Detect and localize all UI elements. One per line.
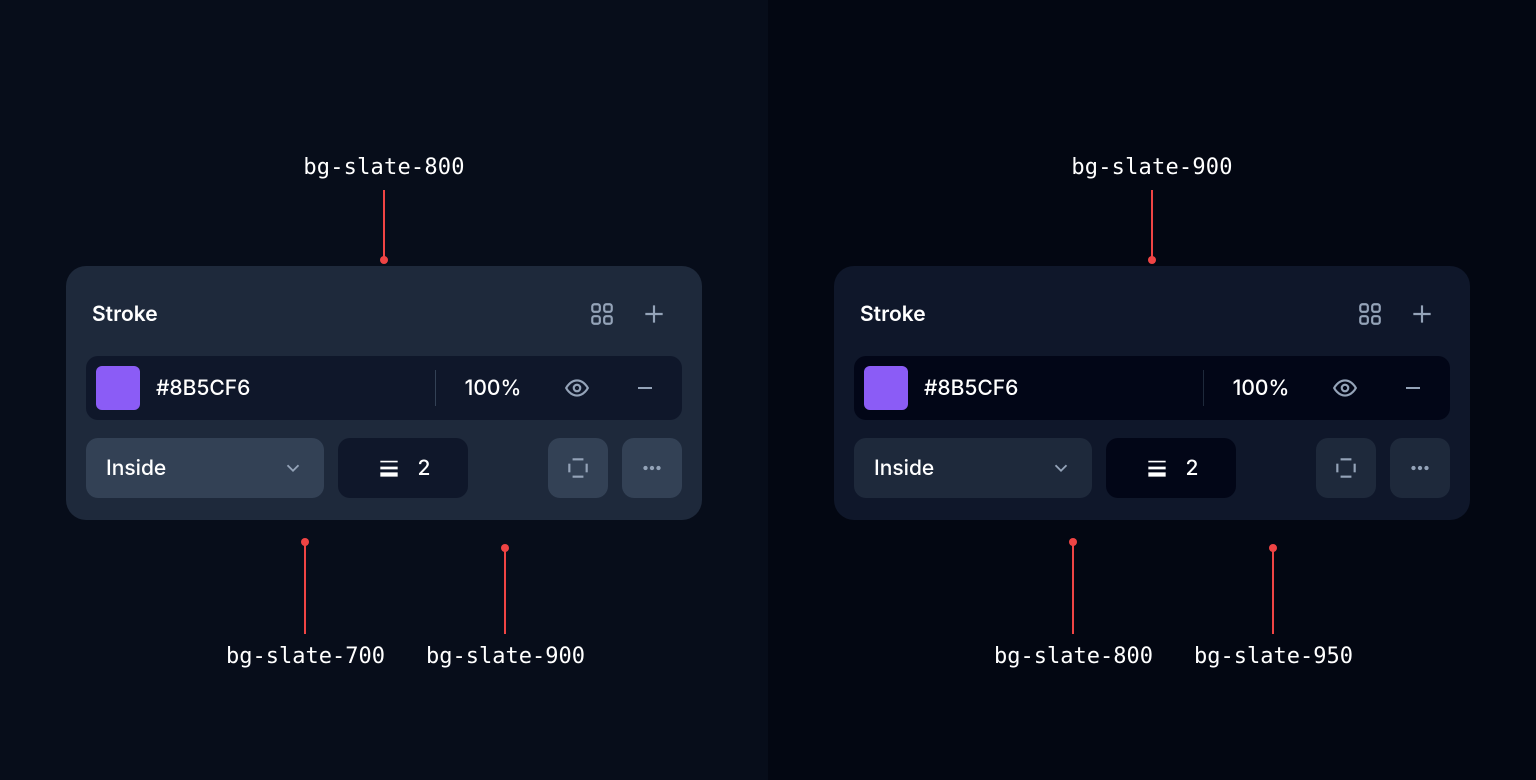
color-hex-input[interactable]: #8B5CF6 [154, 376, 421, 401]
annotation-connector [1072, 542, 1074, 634]
stroke-weight-icon [1144, 455, 1170, 481]
toggle-visibility-button[interactable] [1318, 366, 1372, 410]
stroke-styles-button[interactable] [1348, 292, 1392, 336]
plus-icon [1409, 301, 1435, 327]
bottom-annotation-select: bg-slate-800 [994, 542, 1153, 669]
bottom-annotation-select: bg-slate-700 [226, 542, 385, 669]
stroke-panel: Stroke #8B5CF6 100% Inside [66, 266, 702, 520]
stroke-sides-button[interactable] [548, 438, 608, 498]
example-left: bg-slate-800 Stroke #8B5CF6 100% [0, 0, 768, 780]
stroke-more-button[interactable] [1390, 438, 1450, 498]
top-annotation-label: bg-slate-800 [303, 155, 464, 180]
opacity-input[interactable]: 100% [1218, 376, 1304, 401]
stroke-color-row: #8B5CF6 100% [854, 356, 1450, 420]
remove-stroke-button[interactable] [618, 366, 672, 410]
example-right: bg-slate-900 Stroke #8B5CF6 100% [768, 0, 1536, 780]
stroke-width-value: 2 [418, 456, 431, 481]
opacity-input[interactable]: 100% [450, 376, 536, 401]
panel-header: Stroke [854, 286, 1450, 356]
color-swatch[interactable] [864, 366, 908, 410]
annotation-label: bg-slate-900 [426, 644, 585, 669]
toggle-visibility-button[interactable] [550, 366, 604, 410]
annotation-label: bg-slate-950 [1194, 644, 1353, 669]
stroke-position-label: Inside [874, 456, 934, 481]
stroke-width-input[interactable]: 2 [1106, 438, 1236, 498]
annotation-connector [304, 542, 306, 634]
more-icon [1407, 455, 1433, 481]
remove-stroke-button[interactable] [1386, 366, 1440, 410]
independent-sides-icon [1333, 455, 1359, 481]
stroke-width-input[interactable]: 2 [338, 438, 468, 498]
stroke-controls-row: Inside 2 [854, 438, 1450, 498]
grid-icon [589, 301, 615, 327]
stroke-color-row: #8B5CF6 100% [86, 356, 682, 420]
bottom-annotation-width: bg-slate-900 [426, 548, 585, 669]
color-hex-input[interactable]: #8B5CF6 [922, 376, 1189, 401]
stroke-weight-icon [376, 455, 402, 481]
stroke-position-select[interactable]: Inside [854, 438, 1092, 498]
add-stroke-button[interactable] [1400, 292, 1444, 336]
annotation-label: bg-slate-800 [994, 644, 1153, 669]
plus-icon [641, 301, 667, 327]
stroke-more-button[interactable] [622, 438, 682, 498]
divider [435, 370, 436, 406]
annotation-connector [1272, 548, 1274, 634]
annotation-connector [504, 548, 506, 634]
minus-icon [1401, 376, 1425, 400]
stroke-sides-button[interactable] [1316, 438, 1376, 498]
color-swatch[interactable] [96, 366, 140, 410]
divider [1203, 370, 1204, 406]
independent-sides-icon [565, 455, 591, 481]
annotation-connector [1151, 190, 1153, 260]
stroke-position-label: Inside [106, 456, 166, 481]
chevron-down-icon [282, 457, 304, 479]
stroke-position-select[interactable]: Inside [86, 438, 324, 498]
stroke-panel: Stroke #8B5CF6 100% Inside [834, 266, 1470, 520]
annotation-connector [383, 190, 385, 260]
stroke-width-value: 2 [1186, 456, 1199, 481]
panel-title: Stroke [92, 302, 158, 327]
stroke-styles-button[interactable] [580, 292, 624, 336]
more-icon [639, 455, 665, 481]
eye-icon [564, 375, 590, 401]
chevron-down-icon [1050, 457, 1072, 479]
eye-icon [1332, 375, 1358, 401]
minus-icon [633, 376, 657, 400]
panel-title: Stroke [860, 302, 926, 327]
stroke-controls-row: Inside 2 [86, 438, 682, 498]
bottom-annotation-width: bg-slate-950 [1194, 548, 1353, 669]
annotation-label: bg-slate-700 [226, 644, 385, 669]
add-stroke-button[interactable] [632, 292, 676, 336]
top-annotation-label: bg-slate-900 [1071, 155, 1232, 180]
grid-icon [1357, 301, 1383, 327]
panel-header: Stroke [86, 286, 682, 356]
